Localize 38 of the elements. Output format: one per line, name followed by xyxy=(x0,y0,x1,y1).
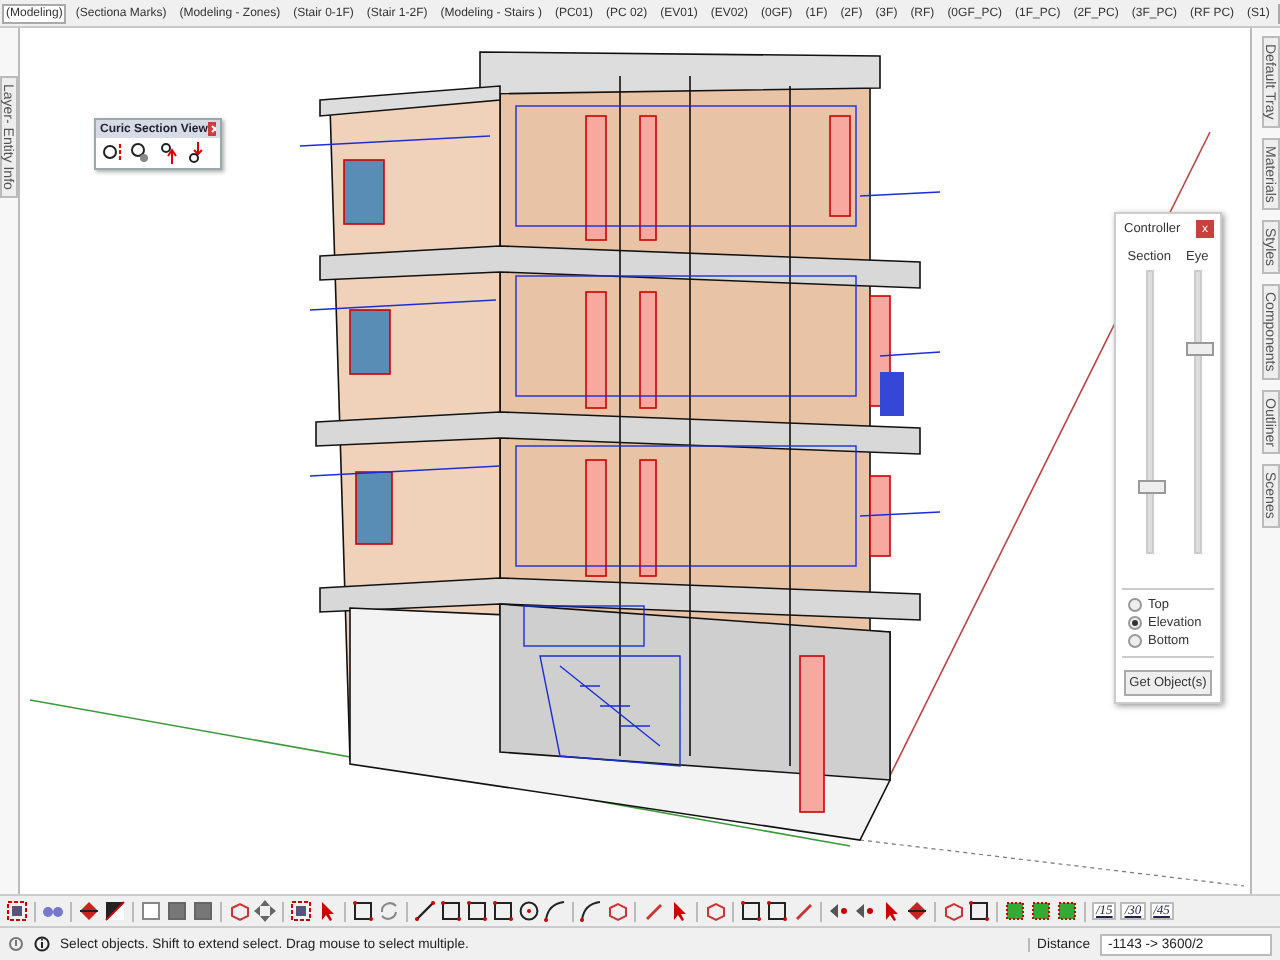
circle-icon[interactable] xyxy=(518,900,540,922)
radio-button[interactable] xyxy=(1128,634,1142,648)
square-icon[interactable] xyxy=(1004,900,1026,922)
selection-icon[interactable] xyxy=(6,900,28,922)
pointer-icon[interactable] xyxy=(668,900,690,922)
square-icon[interactable] xyxy=(192,900,214,922)
square-icon[interactable] xyxy=(140,900,162,922)
diamond-icon[interactable] xyxy=(906,900,928,922)
up-arrow-icon[interactable] xyxy=(158,142,180,164)
pointer-icon[interactable] xyxy=(316,900,338,922)
rectangle-icon[interactable] xyxy=(740,900,762,922)
radio-button[interactable] xyxy=(1128,616,1142,630)
pointer-icon[interactable] xyxy=(880,900,902,922)
arc-icon[interactable] xyxy=(580,900,602,922)
split-square-icon[interactable] xyxy=(104,900,126,922)
rectangle-icon[interactable] xyxy=(766,900,788,922)
rectangle-icon[interactable] xyxy=(492,900,514,922)
section-cut-icon[interactable] xyxy=(130,142,152,164)
selection-icon[interactable] xyxy=(290,900,312,922)
rectangle-icon[interactable] xyxy=(466,900,488,922)
move-icon[interactable] xyxy=(254,900,276,922)
rectangle-icon[interactable] xyxy=(968,900,990,922)
arc-icon[interactable] xyxy=(544,900,566,922)
square-icon[interactable] xyxy=(1056,900,1078,922)
help-icon[interactable] xyxy=(8,936,24,952)
square-icon[interactable] xyxy=(1030,900,1052,922)
slider-thumb[interactable] xyxy=(1185,342,1214,357)
diamond-icon[interactable] xyxy=(78,900,100,922)
line-icon[interactable] xyxy=(414,900,436,922)
down-arrow-icon[interactable] xyxy=(186,142,208,164)
rectangle-icon[interactable] xyxy=(352,900,374,922)
section-plane-icon[interactable] xyxy=(102,142,124,164)
info-icon[interactable] xyxy=(34,936,50,952)
radio-button[interactable] xyxy=(1128,598,1142,612)
close-icon[interactable] xyxy=(207,122,216,136)
rectangle-icon[interactable] xyxy=(440,900,462,922)
square-icon[interactable] xyxy=(166,900,188,922)
slider-thumb[interactable] xyxy=(1137,479,1166,494)
